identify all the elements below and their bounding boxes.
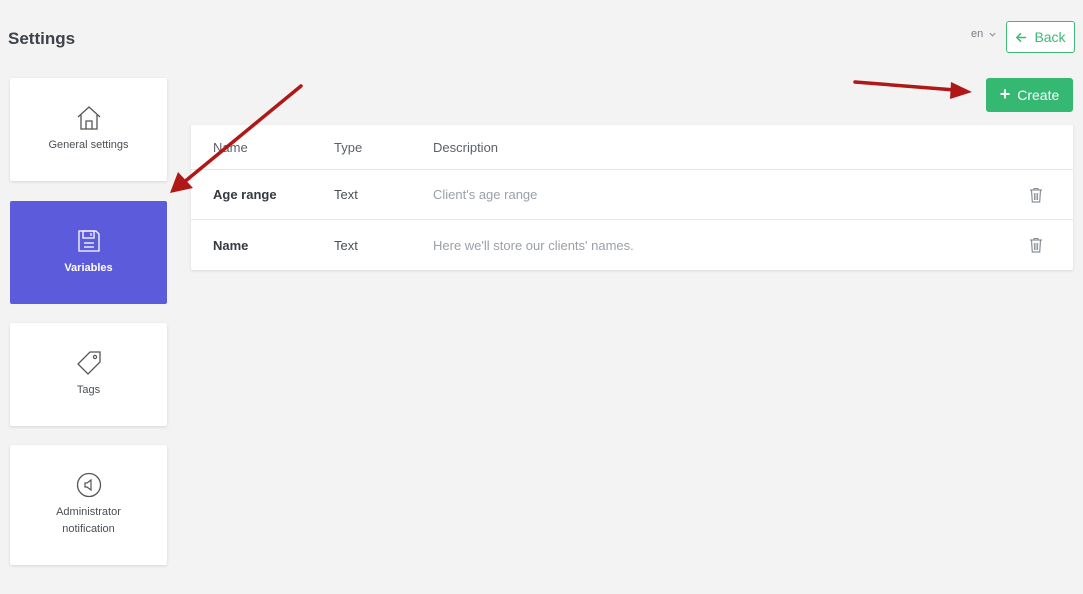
chevron-down-icon <box>989 32 996 37</box>
sidebar-item-label: Variables <box>64 262 113 274</box>
page-title: Settings <box>8 29 76 48</box>
back-button-label: Back <box>1034 29 1066 45</box>
column-header-description: Description <box>433 139 499 155</box>
table-row[interactable]: Age range Text Client's age range <box>191 170 1073 220</box>
create-button-label: Create <box>1017 87 1060 103</box>
floppy-disk-icon <box>77 230 100 252</box>
variable-description: Client's age range <box>433 187 538 202</box>
sidebar-item-tags[interactable]: Tags <box>10 323 167 426</box>
trash-icon[interactable] <box>1029 237 1043 253</box>
sidebar-item-variables[interactable]: Variables <box>10 201 167 304</box>
sidebar-item-label: Tags <box>76 384 101 396</box>
variable-name: Name <box>213 237 249 253</box>
create-button[interactable]: + Create <box>986 78 1073 112</box>
language-label: en <box>971 28 984 40</box>
megaphone-icon <box>76 472 101 498</box>
variable-description: Here we'll store our clients' names. <box>433 237 634 253</box>
variables-table: Name Type Description Age range Text Cli… <box>191 125 1073 270</box>
annotation-arrow-to-create <box>853 80 972 99</box>
trash-icon[interactable] <box>1029 187 1043 203</box>
sidebar-item-general-settings[interactable]: General settings <box>10 78 167 181</box>
variable-type: Text <box>334 187 358 202</box>
back-button[interactable]: Back <box>1006 21 1075 53</box>
column-header-name: Name <box>213 139 248 155</box>
sidebar-item-administrator-notification[interactable]: Administrator notification <box>10 445 167 565</box>
home-icon <box>77 106 100 130</box>
table-row[interactable]: Name Text Here we'll store our clients' … <box>191 220 1073 270</box>
variable-type: Text <box>334 237 358 253</box>
variable-name: Age range <box>213 187 277 202</box>
sidebar-item-label: General settings <box>48 139 129 151</box>
sidebar-item-label: Administrator notification <box>56 506 121 535</box>
language-selector[interactable]: en <box>971 28 997 40</box>
tag-icon <box>76 351 101 375</box>
arrow-left-icon <box>1016 32 1027 42</box>
table-header: Name Type Description <box>191 125 1073 170</box>
column-header-type: Type <box>334 139 363 155</box>
plus-icon: + <box>999 84 1011 104</box>
